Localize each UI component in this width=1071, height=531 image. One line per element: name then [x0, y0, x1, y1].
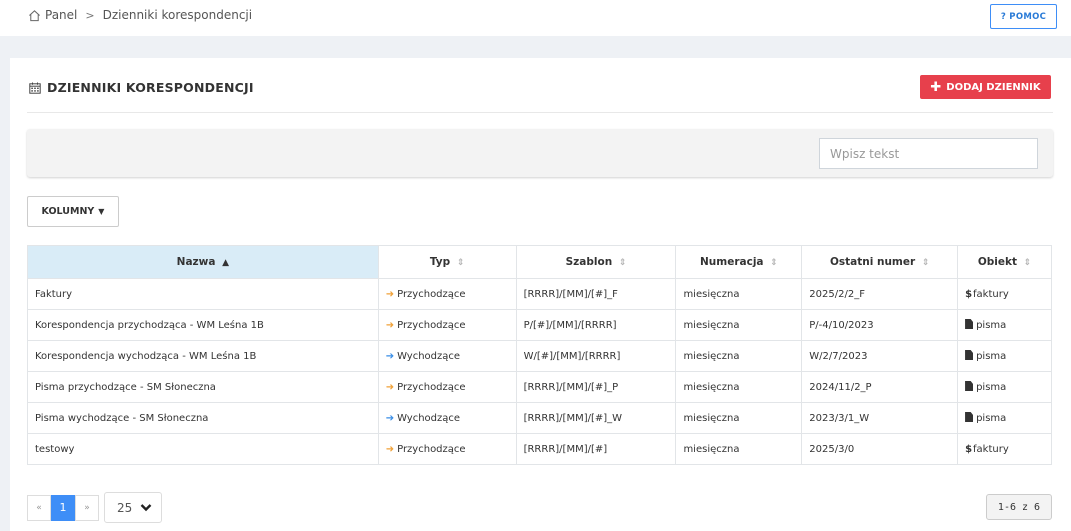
cell-last-number: 2023/3/1_W — [801, 402, 959, 434]
cell-last-number: 2024/11/2_P — [801, 371, 959, 403]
breadcrumb-home-link[interactable]: Panel — [45, 8, 77, 22]
cell-numbering: miesięczna — [675, 371, 803, 403]
column-header-type[interactable]: Typ ⇕ — [377, 245, 517, 279]
cell-object: pisma — [957, 309, 1052, 341]
sign-in-icon: ➜ — [385, 288, 395, 300]
document-icon — [965, 381, 974, 391]
cell-name: Korespondencja przychodząca - WM Leśna 1… — [27, 309, 379, 341]
cell-name: Pisma przychodzące - SM Słoneczna — [27, 371, 379, 403]
pagination: « 1 » 25 — [27, 492, 162, 523]
cell-numbering: miesięczna — [675, 278, 803, 310]
sort-icon: ⇕ — [618, 258, 627, 268]
page-size-select[interactable]: 25 — [104, 492, 162, 523]
top-bar: Panel > Dzienniki korespondencji ? POMOC — [0, 0, 1071, 36]
add-journal-button[interactable]: ✚ DODAJ DZIENNIK — [920, 75, 1051, 99]
cell-object: $faktury — [957, 278, 1052, 310]
cell-last-number: P/-4/10/2023 — [801, 309, 959, 341]
cell-template: P/[#]/[MM]/[RRRR] — [515, 309, 677, 341]
cell-name: Faktury — [27, 278, 379, 310]
caret-down-icon: ▼ — [98, 207, 105, 216]
search-bar — [27, 129, 1053, 177]
table-row[interactable]: Faktury ➜ Przychodzące [RRRR]/[MM]/[#]_F … — [27, 278, 1052, 310]
table-header-row: Nazwa ▲ Typ ⇕ Szablon ⇕ Numeracja ⇕ Osta… — [27, 245, 1052, 279]
cell-type: ➔ Wychodzące — [377, 402, 517, 434]
page-title-text: DZIENNIKI KORESPONDENCJI — [47, 80, 254, 95]
cell-template: W/[#]/[MM]/[RRRR] — [515, 340, 677, 372]
plus-icon: ✚ — [930, 79, 942, 95]
cell-type: ➜ Przychodzące — [377, 309, 517, 341]
help-button[interactable]: ? POMOC — [990, 4, 1057, 29]
dollar-icon: $ — [965, 288, 973, 300]
sort-asc-icon: ▲ — [222, 258, 230, 268]
cell-numbering: miesięczna — [675, 433, 803, 465]
cell-numbering: miesięczna — [675, 309, 803, 341]
columns-button[interactable]: KOLUMNY ▼ — [27, 196, 119, 227]
column-header-object[interactable]: Obiekt ⇕ — [957, 245, 1052, 279]
column-header-numbering[interactable]: Numeracja ⇕ — [675, 245, 803, 279]
document-icon — [965, 350, 974, 360]
page-size-value: 25 — [117, 500, 133, 515]
cell-object: pisma — [957, 371, 1052, 403]
sort-icon: ⇕ — [770, 258, 778, 268]
divider — [27, 112, 1053, 113]
breadcrumb-current: Dzienniki korespondencji — [102, 8, 253, 22]
breadcrumb: Panel > Dzienniki korespondencji — [28, 8, 252, 22]
column-header-last-number[interactable]: Ostatni numer ⇕ — [801, 245, 959, 279]
dollar-icon: $ — [965, 443, 973, 455]
table-row[interactable]: Korespondencja wychodząca - WM Leśna 1B … — [27, 340, 1052, 372]
sign-in-icon: ➜ — [385, 319, 395, 331]
journals-table: Nazwa ▲ Typ ⇕ Szablon ⇕ Numeracja ⇕ Osta… — [27, 245, 1052, 465]
sign-out-icon: ➔ — [385, 350, 395, 362]
cell-template: [RRRR]/[MM]/[#] — [515, 433, 677, 465]
document-icon — [965, 319, 974, 329]
sign-in-icon: ➜ — [385, 443, 395, 455]
cell-type: ➔ Wychodzące — [377, 340, 517, 372]
cell-type: ➜ Przychodzące — [377, 278, 517, 310]
cell-numbering: miesięczna — [675, 402, 803, 434]
next-page-button[interactable]: » — [75, 494, 99, 521]
chevron-down-icon — [140, 504, 152, 512]
cell-name: testowy — [27, 433, 379, 465]
home-icon[interactable] — [28, 9, 41, 22]
page-button-1[interactable]: 1 — [51, 494, 75, 521]
table-row[interactable]: Korespondencja przychodząca - WM Leśna 1… — [27, 309, 1052, 341]
table-row[interactable]: testowy ➜ Przychodzące [RRRR]/[MM]/[#] mi… — [27, 433, 1052, 465]
table-row[interactable]: Pisma wychodzące - SM Słoneczna ➔ Wychodz… — [27, 402, 1052, 434]
cell-name: Korespondencja wychodząca - WM Leśna 1B — [27, 340, 379, 372]
cell-last-number: 2025/3/0 — [801, 433, 959, 465]
search-input[interactable] — [819, 138, 1038, 169]
column-header-name[interactable]: Nazwa ▲ — [27, 245, 379, 279]
cell-template: [RRRR]/[MM]/[#]_W — [515, 402, 677, 434]
prev-page-button[interactable]: « — [27, 494, 51, 521]
cell-name: Pisma wychodzące - SM Słoneczna — [27, 402, 379, 434]
cell-object: pisma — [957, 402, 1052, 434]
cell-type: ➜ Przychodzące — [377, 433, 517, 465]
page-title: DZIENNIKI KORESPONDENCJI — [29, 80, 254, 95]
sign-out-icon: ➔ — [385, 412, 395, 424]
cell-template: [RRRR]/[MM]/[#]_F — [515, 278, 677, 310]
sign-in-icon: ➜ — [385, 381, 395, 393]
cell-object: $faktury — [957, 433, 1052, 465]
cell-last-number: W/2/7/2023 — [801, 340, 959, 372]
sort-icon: ⇕ — [1023, 258, 1032, 268]
cell-numbering: miesięczna — [675, 340, 803, 372]
cell-type: ➜ Przychodzące — [377, 371, 517, 403]
main-panel: DZIENNIKI KORESPONDENCJI ✚ DODAJ DZIENNI… — [10, 58, 1071, 531]
cell-template: [RRRR]/[MM]/[#]_P — [515, 371, 677, 403]
calendar-icon — [29, 82, 41, 94]
chevron-right-icon: > — [85, 8, 95, 22]
sort-icon: ⇕ — [921, 258, 930, 268]
add-journal-label: DODAJ DZIENNIK — [946, 81, 1041, 93]
columns-button-label: KOLUMNY — [41, 206, 95, 217]
cell-object: pisma — [957, 340, 1052, 372]
column-header-template[interactable]: Szablon ⇕ — [515, 245, 677, 279]
sort-icon: ⇕ — [456, 258, 465, 268]
document-icon — [965, 412, 974, 422]
results-count: 1-6 z 6 — [986, 494, 1052, 520]
table-row[interactable]: Pisma przychodzące - SM Słoneczna ➜ Przyc… — [27, 371, 1052, 403]
table-body: Faktury ➜ Przychodzące [RRRR]/[MM]/[#]_F … — [27, 278, 1052, 465]
cell-last-number: 2025/2/2_F — [801, 278, 959, 310]
